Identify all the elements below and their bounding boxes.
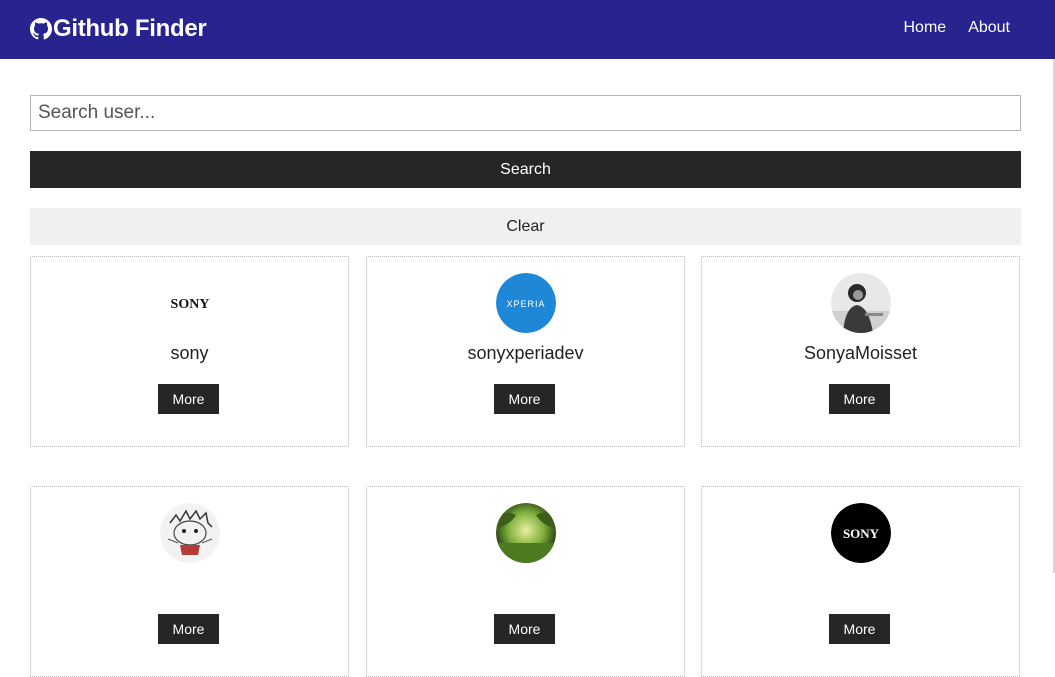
more-button[interactable]: More: [158, 614, 219, 644]
user-card: More: [30, 486, 349, 677]
sony-logo-text: SONY: [843, 526, 880, 541]
sony-logo-avatar: SONY: [160, 273, 220, 333]
search-button[interactable]: Search: [30, 151, 1021, 188]
nav-about-link[interactable]: About: [968, 19, 1010, 37]
navbar: Github Finder Home About: [0, 0, 1055, 59]
brand-link[interactable]: Github Finder: [30, 14, 207, 44]
xperia-logo-avatar: XPERIA: [496, 273, 556, 333]
user-login: SonyaMoisset: [803, 343, 918, 363]
more-button[interactable]: More: [494, 384, 555, 414]
more-button[interactable]: More: [829, 384, 890, 414]
xperia-logo-text: XPERIA: [506, 299, 545, 309]
sony-black-circle-avatar: SONY: [831, 503, 891, 563]
clear-button[interactable]: Clear: [30, 208, 1021, 245]
brand-title: Github Finder: [53, 15, 207, 42]
sketch-drawing-avatar: [160, 503, 220, 563]
user-card: SonyaMoisset More: [701, 256, 1020, 447]
user-card: SONY More: [701, 486, 1020, 677]
github-icon: [30, 18, 52, 40]
user-card: SONY sony More: [30, 256, 349, 447]
user-card: More: [366, 486, 685, 677]
landscape-photo-avatar: [496, 503, 556, 563]
user-login: sonyxperiadev: [467, 343, 584, 363]
nav-home-link[interactable]: Home: [904, 19, 947, 37]
person-photo-avatar: [831, 273, 891, 333]
user-login: sony: [170, 343, 209, 363]
user-card: XPERIA sonyxperiadev More: [366, 256, 685, 447]
more-button[interactable]: More: [158, 384, 219, 414]
more-button[interactable]: More: [829, 614, 890, 644]
more-button[interactable]: More: [494, 614, 555, 644]
nav-links: Home About: [882, 19, 1011, 37]
search-input[interactable]: [30, 95, 1021, 131]
sony-logo-text: SONY: [171, 297, 210, 312]
